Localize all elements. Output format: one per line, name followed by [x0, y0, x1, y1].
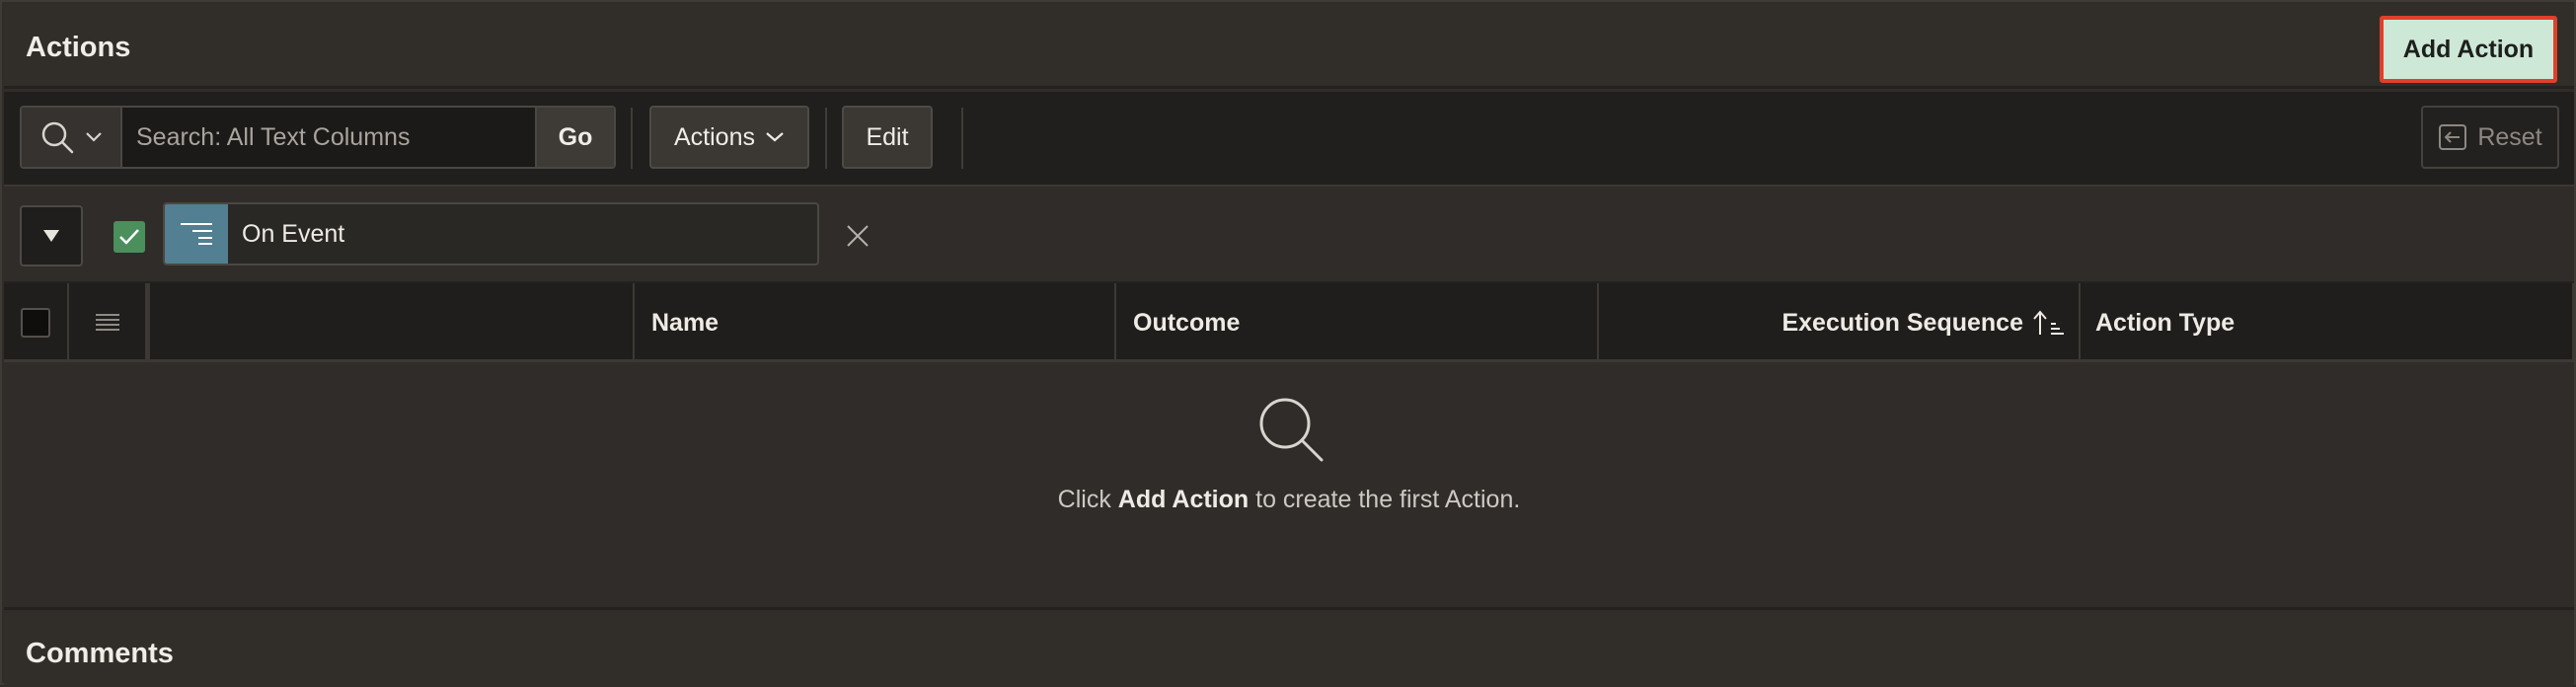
- row-actions-header[interactable]: [69, 283, 150, 362]
- comments-region-title: Comments: [26, 638, 174, 669]
- search-input[interactable]: [122, 108, 535, 167]
- filter-label: On Event: [242, 219, 345, 248]
- checkmark-icon: [119, 229, 139, 245]
- table-header-row: Name Outcome Execution Sequence Action T…: [4, 283, 2574, 362]
- toolbar-separator: [825, 108, 827, 169]
- go-button[interactable]: Go: [535, 108, 614, 167]
- actions-menu-button[interactable]: Actions: [649, 106, 809, 169]
- select-all-checkbox[interactable]: [21, 308, 50, 338]
- reset-button[interactable]: Reset: [2421, 106, 2559, 169]
- edit-button-label: Edit: [866, 122, 909, 151]
- actions-region-header: Actions Add Action: [4, 4, 2574, 89]
- search-group: Go: [20, 106, 616, 169]
- filter-chip[interactable]: On Event: [163, 202, 819, 266]
- chevron-down-icon: [766, 132, 784, 142]
- column-header-execution-sequence[interactable]: Execution Sequence: [1599, 283, 2081, 362]
- toolbar-separator: [961, 108, 963, 169]
- filter-lines-icon: [165, 204, 228, 264]
- comments-region-header: Comments: [4, 613, 2574, 687]
- column-header-execution-sequence-label: Execution Sequence: [1781, 308, 2023, 337]
- empty-message-suffix: to create the first Action.: [1249, 486, 1521, 513]
- actions-region-title: Actions: [26, 32, 131, 63]
- close-icon: [847, 225, 869, 247]
- triangle-down-icon: [43, 230, 59, 242]
- select-all-cell: [4, 283, 69, 362]
- filter-row: On Event: [4, 189, 2574, 283]
- empty-message-prefix: Click: [1057, 486, 1118, 513]
- search-column-menu-button[interactable]: [22, 108, 122, 167]
- report-toolbar: Go Actions Edit Reset: [4, 92, 2574, 187]
- filter-collapse-toggle[interactable]: [20, 205, 83, 267]
- page-frame: Actions Add Action Go Actions: [0, 0, 2576, 687]
- actions-menu-label: Actions: [674, 122, 755, 151]
- empty-state: Click Add Action to create the first Act…: [4, 365, 2574, 610]
- remove-filter-button[interactable]: [843, 221, 872, 251]
- empty-state-message: Click Add Action to create the first Act…: [4, 486, 2574, 514]
- sort-ascending-icon: [2033, 310, 2064, 335]
- column-header-link: [152, 283, 635, 362]
- toolbar-separator: [631, 108, 633, 169]
- search-icon: [1259, 398, 1324, 462]
- edit-button[interactable]: Edit: [842, 106, 933, 169]
- reset-icon: [2439, 124, 2467, 150]
- list-icon: [95, 314, 119, 331]
- chevron-down-icon: [86, 132, 102, 142]
- column-header-name[interactable]: Name: [635, 283, 1116, 362]
- reset-label: Reset: [2477, 122, 2542, 151]
- filter-enabled-checkbox[interactable]: [114, 221, 145, 253]
- column-header-outcome-label: Outcome: [1133, 308, 1241, 337]
- column-header-name-label: Name: [651, 308, 720, 337]
- column-header-action-type-label: Action Type: [2095, 308, 2235, 337]
- search-icon: [41, 121, 74, 154]
- add-action-button[interactable]: Add Action: [2380, 16, 2557, 83]
- column-header-action-type[interactable]: Action Type: [2081, 283, 2574, 362]
- empty-message-emphasis: Add Action: [1117, 486, 1250, 513]
- column-header-outcome[interactable]: Outcome: [1116, 283, 1599, 362]
